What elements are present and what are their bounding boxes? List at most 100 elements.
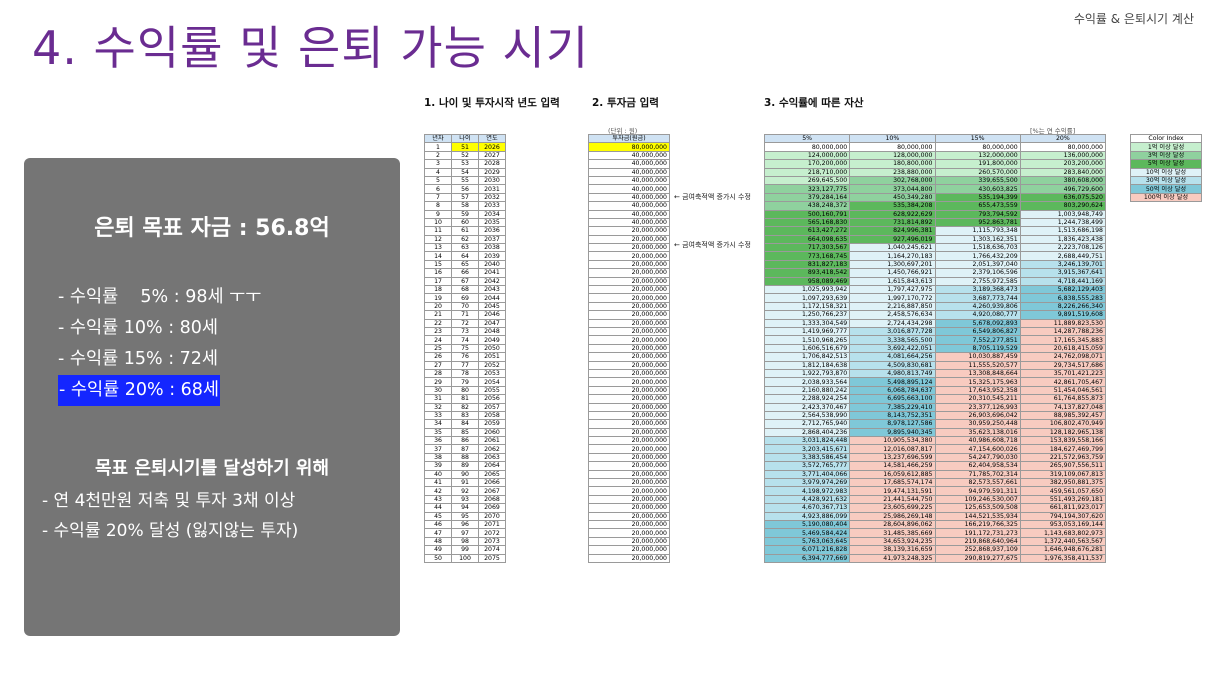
table-row: 379,284,164 450,349,280 535,194,399 636,075… bbox=[763, 192, 1107, 203]
table-row: 3,031,824,448 10,905,534,380 40,986,608,71… bbox=[763, 436, 1107, 446]
table-row: 3,203,415,671 12,016,087,817 47,154,600,02… bbox=[763, 444, 1107, 454]
cell: 20,000,000 bbox=[588, 427, 670, 438]
cell: 43 bbox=[424, 494, 452, 505]
cell: 93 bbox=[451, 494, 479, 505]
cell: 1,172,158,321 bbox=[763, 301, 851, 312]
cell: 20,000,000 bbox=[588, 285, 670, 295]
cell: 49 bbox=[424, 545, 452, 555]
table-row: 45 95 2070 bbox=[424, 511, 506, 521]
cell: 9,895,940,345 bbox=[849, 427, 936, 438]
cell: 219,868,640,964 bbox=[934, 536, 1021, 547]
cell: 20,000,000 bbox=[588, 259, 670, 270]
cell: 2057 bbox=[478, 402, 506, 412]
cell: 551,493,269,181 bbox=[1019, 494, 1107, 505]
table-row: 16 66 2041 bbox=[424, 268, 506, 278]
cell: 46 bbox=[424, 519, 452, 530]
cell: 11,555,520,577 bbox=[934, 360, 1021, 370]
cell: 260,570,000 bbox=[934, 167, 1021, 177]
cell: 71,785,702,314 bbox=[934, 469, 1021, 480]
cell: 2063 bbox=[478, 452, 506, 463]
cell: 153,839,558,166 bbox=[1019, 436, 1107, 446]
legend-item: 30억 이상 달성 bbox=[1130, 175, 1202, 186]
cell: 26,903,696,042 bbox=[934, 410, 1021, 421]
cell: 8,705,119,529 bbox=[934, 343, 1021, 354]
cell: 2,216,887,850 bbox=[849, 301, 936, 312]
table-row: 20,000,000 bbox=[588, 326, 670, 337]
cell: 44 bbox=[424, 503, 452, 513]
table-row: 2,712,765,940 8,978,127,586 30,959,250,448… bbox=[763, 419, 1107, 429]
rate-text: - 수익률 15% : 72세 bbox=[58, 349, 219, 369]
table-row: 40,000,000 bbox=[588, 201, 670, 211]
cell: 20,000,000 bbox=[588, 243, 670, 253]
table-row: 24 74 2049 bbox=[424, 335, 506, 345]
table-row: 958,089,469 1,615,843,613 2,755,972,585 4,7… bbox=[763, 276, 1107, 287]
cell: 20,310,545,211 bbox=[934, 394, 1021, 404]
cell: 32 bbox=[424, 402, 452, 412]
cell: 84 bbox=[451, 419, 479, 429]
cell: 31 bbox=[424, 394, 452, 404]
header-cell: 년차 bbox=[424, 133, 452, 144]
cell: 42,861,705,467 bbox=[1019, 377, 1107, 387]
table-row: 20,000,000 bbox=[588, 301, 670, 312]
cell: 893,418,542 bbox=[763, 268, 851, 278]
table-row: 20,000,000 bbox=[588, 243, 670, 253]
cell: 1,450,766,921 bbox=[849, 268, 936, 278]
cell: 535,194,399 bbox=[934, 192, 1021, 203]
cell: 794,194,307,620 bbox=[1019, 511, 1107, 521]
top-right-label: 수익률 & 은퇴시기 계산 bbox=[1073, 12, 1194, 26]
cell: 40,000,000 bbox=[588, 159, 670, 169]
cell: 238,880,000 bbox=[849, 167, 936, 177]
cell: 2042 bbox=[478, 276, 506, 287]
cell: 72 bbox=[451, 318, 479, 329]
table-row: 32 82 2057 bbox=[424, 402, 506, 412]
cell: 40,000,000 bbox=[588, 175, 670, 186]
cell: 5,678,092,893 bbox=[934, 318, 1021, 329]
table-row: 1,510,968,265 3,338,565,500 7,552,277,851 1… bbox=[763, 335, 1107, 345]
cell: 23 bbox=[424, 326, 452, 337]
cell: 2047 bbox=[478, 318, 506, 329]
cell: 13,308,848,664 bbox=[934, 368, 1021, 379]
cell: 40,000,000 bbox=[588, 184, 670, 194]
cell: 430,603,825 bbox=[934, 184, 1021, 194]
cell: 20,000,000 bbox=[588, 486, 670, 496]
cell: 61 bbox=[451, 226, 479, 236]
table-row: 40 90 2065 bbox=[424, 469, 506, 480]
cell: 1,097,293,639 bbox=[763, 293, 851, 303]
condition-list: - 연 4천만원 저축 및 투자 3채 이상 - 수익률 20% 달성 (잃지않는… bbox=[42, 486, 298, 546]
table-row: 893,418,542 1,450,766,921 2,379,106,596 3,9… bbox=[763, 268, 1107, 278]
table-row: 20,000,000 bbox=[588, 452, 670, 463]
cell: 1,797,427,975 bbox=[849, 285, 936, 295]
cell: 3,979,974,269 bbox=[763, 477, 851, 488]
table-row: 9 59 2034 bbox=[424, 209, 506, 219]
table-row: 27 77 2052 bbox=[424, 360, 506, 370]
table-row: 40,000,000 bbox=[588, 209, 670, 219]
cell: 2,458,576,634 bbox=[849, 310, 936, 320]
table-row: 1,922,793,870 4,980,813,749 13,308,848,664… bbox=[763, 368, 1107, 379]
cell: 1,143,683,802,973 bbox=[1019, 528, 1107, 538]
header-rate-3: 20% bbox=[1019, 133, 1107, 144]
table-row: 613,427,272 824,996,381 1,115,793,348 1,513… bbox=[763, 226, 1107, 236]
cell: 2062 bbox=[478, 444, 506, 454]
cell: 382,950,881,375 bbox=[1019, 477, 1107, 488]
cell: 56 bbox=[451, 184, 479, 194]
cell: 36 bbox=[424, 436, 452, 446]
table-row: 33 83 2058 bbox=[424, 410, 506, 421]
cell: 1,606,516,679 bbox=[763, 343, 851, 354]
cell: 1,250,766,237 bbox=[763, 310, 851, 320]
cell: 79 bbox=[451, 377, 479, 387]
header-rate-2: 15% bbox=[934, 133, 1021, 144]
cell: 500,160,791 bbox=[763, 209, 851, 219]
cell: 89 bbox=[451, 461, 479, 471]
change-note-2: ← 금여축적액 증가시 수정 bbox=[674, 241, 751, 249]
table-row: 20,000,000 bbox=[588, 259, 670, 270]
cell: 4,718,441,169 bbox=[1019, 276, 1107, 287]
cell: 7 bbox=[424, 192, 452, 203]
cell: 2026 bbox=[478, 142, 506, 152]
section3-label: 3. 수익률에 따른 자산 bbox=[764, 97, 864, 109]
cell: 9 bbox=[424, 209, 452, 219]
rate-item: - 수익률 10% : 80세 bbox=[58, 313, 261, 344]
cell: 958,089,469 bbox=[763, 276, 851, 287]
cell: 269,645,500 bbox=[763, 175, 851, 186]
cell: 13,237,696,599 bbox=[849, 452, 936, 463]
table-row: 1 51 2026 bbox=[424, 142, 506, 152]
